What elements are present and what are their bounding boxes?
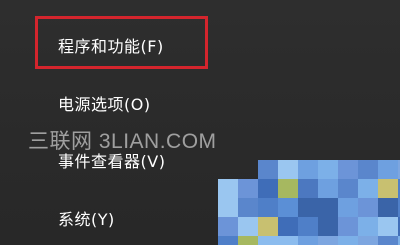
pixelated-desktop-background bbox=[218, 160, 400, 245]
pixel-cell bbox=[218, 236, 238, 245]
pixel-cell bbox=[378, 217, 398, 236]
pixel-cell bbox=[298, 160, 318, 179]
menu-item-system[interactable]: 系统(Y) bbox=[58, 206, 115, 230]
pixel-cell bbox=[258, 198, 278, 217]
pixel-cell bbox=[238, 198, 258, 217]
pixel-cell bbox=[278, 160, 298, 179]
pixel-cell bbox=[258, 179, 278, 198]
menu-item-power-options[interactable]: 电源选项(O) bbox=[58, 91, 151, 115]
pixel-cell bbox=[338, 198, 358, 217]
pixel-cell bbox=[318, 160, 338, 179]
pixel-cell bbox=[238, 179, 258, 198]
pixel-cell bbox=[378, 236, 398, 245]
pixel-cell bbox=[338, 160, 358, 179]
menu-item-programs-and-features[interactable]: 程序和功能(F) bbox=[58, 33, 164, 57]
pixel-cell bbox=[298, 179, 318, 198]
pixel-cell bbox=[298, 198, 318, 217]
pixel-cell bbox=[378, 160, 398, 179]
pixel-cell bbox=[358, 217, 378, 236]
context-menu: 程序和功能(F) 电源选项(O) 事件查看器(V) 系统(Y) 三联网 3LIA… bbox=[0, 0, 400, 245]
pixel-cell bbox=[278, 217, 298, 236]
pixel-cell bbox=[378, 198, 398, 217]
pixel-cell bbox=[358, 236, 378, 245]
pixel-cell bbox=[298, 236, 318, 245]
pixel-cell bbox=[218, 179, 238, 198]
pixel-cell bbox=[378, 179, 398, 198]
pixel-cell bbox=[218, 217, 238, 236]
pixel-cell bbox=[358, 179, 378, 198]
pixel-cell bbox=[238, 217, 258, 236]
pixel-cell bbox=[298, 217, 318, 236]
pixel-cell bbox=[318, 236, 338, 245]
pixel-cell bbox=[338, 217, 358, 236]
pixel-cell bbox=[278, 179, 298, 198]
pixel-cell bbox=[358, 160, 378, 179]
pixel-cell bbox=[318, 217, 338, 236]
pixel-cell bbox=[318, 198, 338, 217]
pixel-cell bbox=[338, 236, 358, 245]
watermark: 三联网 3LIAN.COM bbox=[28, 130, 217, 153]
pixel-cell bbox=[258, 217, 278, 236]
pixel-cell bbox=[218, 198, 238, 217]
pixel-cell bbox=[318, 179, 338, 198]
pixel-cell bbox=[258, 236, 278, 245]
pixel-cell bbox=[278, 236, 298, 245]
pixel-cell bbox=[238, 236, 258, 245]
pixel-cell bbox=[258, 160, 278, 179]
pixel-cell bbox=[278, 198, 298, 217]
pixel-cell bbox=[358, 198, 378, 217]
pixel-cell bbox=[338, 179, 358, 198]
